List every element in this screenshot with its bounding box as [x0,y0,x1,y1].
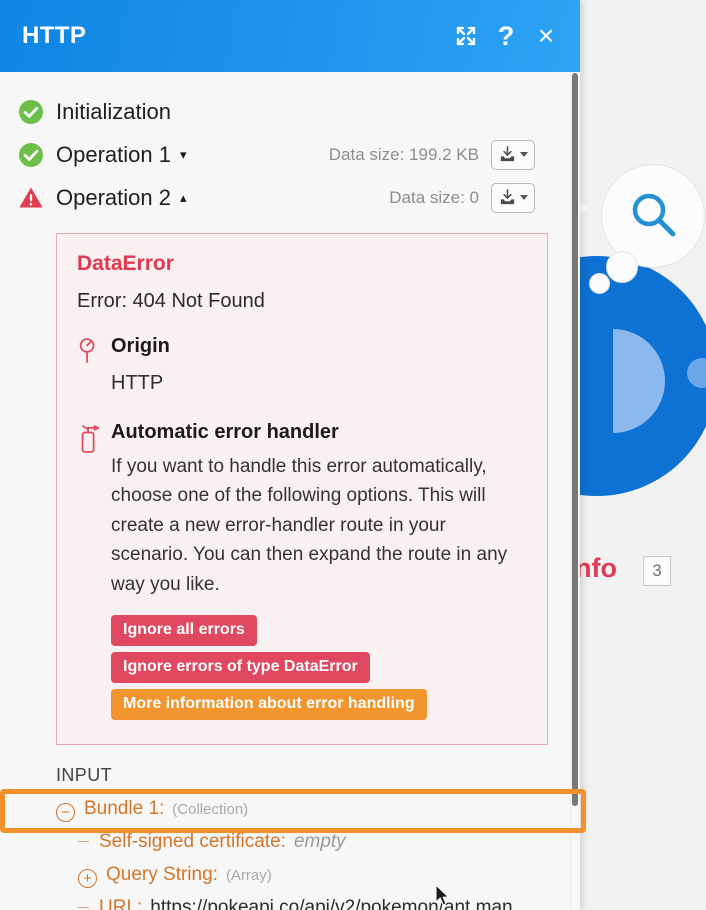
dialog-titlebar: HTTP ? × [0,0,580,72]
operation-list: Initialization Operation 1 ▾ Data size: … [0,72,580,219]
input-heading: INPUT [56,765,112,786]
operation-row-1[interactable]: Operation 1 ▾ Data size: 199.2 KB [0,133,580,176]
error-action-buttons: Ignore all errors Ignore errors of type … [77,615,527,721]
handler-heading: Automatic error handler [111,421,339,443]
tree-type: (Array) [225,867,272,885]
operation-label: Operation 2 [56,184,171,210]
scrollbar-track[interactable] [570,72,580,910]
error-message: Error: 404 Not Found [77,290,265,312]
tree-row-self-signed-certificate[interactable]: Self-signed certificate: empty [56,831,580,864]
tree-branch-line [78,907,89,909]
tree-key: Self-signed certificate: [99,831,286,853]
more-information-button[interactable]: More information about error handling [111,689,427,721]
tree-type: (Collection) [172,801,249,819]
error-handler-section: Automatic error handler If you want to h… [77,421,527,599]
fire-extinguisher-icon [77,421,111,599]
tree-value: empty [293,831,346,853]
error-card: DataError Error: 404 Not Found Origin HT… [56,233,548,746]
download-button[interactable] [491,139,535,170]
origin-heading: Origin [111,335,170,357]
close-icon[interactable]: × [526,16,566,56]
collapse-toggle-icon[interactable]: − [56,803,75,823]
expand-toggle-icon[interactable]: + [78,869,97,889]
success-check-icon [18,142,44,168]
tree-key: Query String: [106,864,218,886]
operation-row-2[interactable]: Operation 2 ▴ Data size: 0 [0,176,580,219]
tree-key: Bundle 1: [84,798,165,820]
tree-row-bundle[interactable]: − Bundle 1: (Collection) [56,798,580,831]
http-module-dialog: HTTP ? × Initialization Operation 1 ▾ Da… [0,0,580,910]
data-size-label: Data size: 199.2 KB [328,144,479,164]
app-root: nfo 3 HTTP ? × Initialization Operation … [0,0,706,910]
warning-triangle-icon [18,185,44,211]
tree-row-url[interactable]: URL: https://pokeapi.co/api/v2/pokemon/a… [56,897,580,910]
close-glyph: × [537,20,555,51]
origin-value: HTTP [111,372,164,394]
help-icon[interactable]: ? [486,16,526,56]
error-origin-body: Origin [111,335,527,370]
chevron-up-icon[interactable]: ▴ [180,191,187,204]
tree-branch-line [78,841,89,843]
background-info-badge: 3 [643,556,671,586]
data-size-label: Data size: 0 [389,187,479,207]
mouse-cursor [435,884,451,908]
success-check-icon [18,99,44,125]
handler-text: If you want to handle this error automat… [111,456,508,595]
chevron-down-icon [520,195,528,200]
tree-key: URL: [99,897,143,910]
error-type: DataError [77,252,174,275]
help-glyph: ? [497,20,515,51]
ignore-type-errors-button[interactable]: Ignore errors of type DataError [111,652,370,684]
chevron-down-icon[interactable]: ▾ [180,148,187,161]
page-title: HTTP [22,22,87,49]
tree-row-query-string[interactable]: + Query String: (Array) [56,864,580,897]
ignore-all-errors-button[interactable]: Ignore all errors [111,615,257,647]
pin-icon [77,335,111,370]
operation-label: Initialization [56,98,171,124]
chevron-down-icon [520,152,528,157]
operation-row-initialization[interactable]: Initialization [0,90,580,133]
background-info-text: nfo [575,553,617,583]
operation-label: Operation 1 [56,141,171,167]
scrollbar-thumb[interactable] [572,73,578,806]
error-origin-section: Origin [77,335,527,370]
search-icon [627,189,681,243]
expand-icon[interactable] [446,16,486,56]
tree-value-url: https://pokeapi.co/api/v2/pokemon/ant ma… [150,897,513,910]
dialog-body: Initialization Operation 1 ▾ Data size: … [0,72,580,910]
thought-bubble-mid [606,251,638,283]
error-handler-body: Automatic error handler If you want to h… [111,421,527,599]
input-section: INPUT − Bundle 1: (Collection) Self-sign… [0,765,580,910]
download-button[interactable] [491,182,535,213]
thought-bubble-small [589,273,610,294]
